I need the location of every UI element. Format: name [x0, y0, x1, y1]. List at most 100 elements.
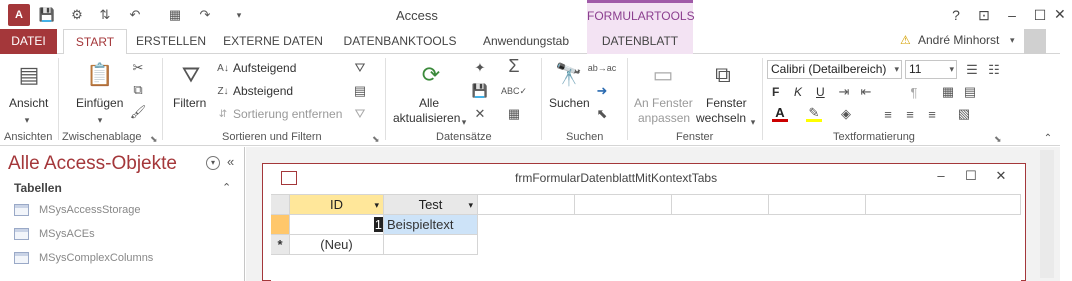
textformatierung-launcher-icon[interactable]: ⬊ [994, 134, 1002, 145]
tab-anwendungstab[interactable]: Anwendungstab [470, 29, 582, 54]
select-icon[interactable]: ⬉ [594, 106, 610, 122]
view-icon[interactable]: ▤ [14, 60, 44, 90]
font-color-icon[interactable]: A [772, 105, 788, 122]
undo-icon[interactable]: ↶ [126, 6, 144, 24]
refresh-all-icon[interactable]: ⟳ [416, 60, 446, 90]
font-size-combo[interactable]: 11 ▾ [905, 60, 957, 79]
chevron-down-icon[interactable]: ▾ [374, 195, 379, 215]
close-icon[interactable]: ✕ [1054, 6, 1066, 26]
new-row-selector[interactable]: * [271, 235, 290, 255]
redo-icon[interactable]: ↷ [196, 6, 214, 24]
nav-collapse-icon[interactable]: « [227, 154, 234, 169]
avatar[interactable] [1024, 29, 1046, 54]
align-left-icon[interactable]: ≡ [880, 106, 896, 122]
form-maximize-button[interactable]: ☐ [961, 168, 981, 184]
sortierung-entfernen-button[interactable]: Sortierung entfernen [233, 107, 342, 121]
list-item[interactable]: MSysAccessStorage [14, 201, 140, 219]
wechseln-button[interactable]: wechseln [696, 111, 746, 125]
einfuegen-dropdown-icon[interactable]: ▾ [92, 112, 108, 128]
spelling-icon[interactable]: ABC✓ [501, 83, 527, 99]
column-header-id[interactable]: ID ▾ [290, 195, 384, 215]
save-record-icon[interactable]: 💾 [472, 83, 488, 99]
delete-record-icon[interactable]: ✕ [472, 106, 488, 122]
wechseln-dropdown-icon[interactable]: ▾ [745, 114, 761, 130]
alt-fill-icon[interactable]: ▤ [962, 84, 978, 100]
align-right-icon[interactable]: ≡ [924, 106, 940, 122]
tab-datenblatt[interactable]: DATENBLATT [587, 29, 693, 54]
form-close-button[interactable]: ✕ [991, 168, 1011, 184]
grid-icon[interactable]: ▦ [166, 6, 184, 24]
new-record-icon[interactable]: ✦ [472, 60, 488, 76]
tab-datenbanktools[interactable]: DATENBANKTOOLS [336, 29, 464, 54]
chevron-down-icon[interactable]: ▾ [894, 61, 899, 78]
font-name-combo[interactable]: Calibri (Detailbereich) ▾ [767, 60, 902, 79]
numbered-list-icon[interactable]: ☰ [964, 62, 980, 78]
paste-icon[interactable]: 📋 [85, 60, 115, 90]
underline-button[interactable]: U [816, 85, 825, 99]
switch-window-icon[interactable]: ⧉ [708, 60, 738, 90]
ribbon-display-icon[interactable]: ⊡ [970, 4, 998, 26]
tab-externe-daten[interactable]: EXTERNE DATEN [218, 29, 328, 54]
nav-section-tabellen[interactable]: Tabellen [14, 181, 62, 195]
chevron-down-icon[interactable]: ▾ [949, 61, 954, 78]
new-row-test[interactable] [384, 235, 478, 255]
toggle-filter-icon[interactable]: ⛛ [352, 106, 368, 122]
fill-color-icon[interactable]: ◈ [838, 106, 854, 122]
user-name[interactable]: André Minhorst [918, 33, 999, 47]
format-icon[interactable]: ▧ [956, 106, 972, 122]
tab-datei[interactable]: DATEI [0, 29, 57, 54]
gridlines-icon[interactable]: ▦ [940, 84, 956, 100]
help-button[interactable]: ? [942, 4, 970, 26]
minimize-button[interactable]: – [998, 4, 1026, 26]
copy-icon[interactable]: ⧉ [130, 82, 146, 98]
find-icon[interactable]: 🔭 [554, 60, 584, 90]
form-settings-icon[interactable]: ⚙ [68, 6, 86, 24]
row-selector[interactable] [271, 215, 290, 235]
table-row[interactable]: 1 [290, 215, 384, 235]
advanced-filter-icon[interactable]: ▤ [352, 83, 368, 99]
nav-menu-icon[interactable]: ▾ [206, 156, 220, 170]
more-icon[interactable]: ▦ [506, 106, 522, 122]
save-icon[interactable]: 💾 [38, 6, 56, 24]
indent-icon[interactable]: ⇥ [836, 84, 852, 100]
filter-icon[interactable]: ⛛ [176, 60, 206, 90]
suchen-button[interactable]: Suchen [549, 96, 590, 110]
absteigend-button[interactable]: Absteigend [233, 84, 293, 98]
id-cell-value[interactable]: 1 [373, 217, 383, 232]
fenster-label[interactable]: Fenster [706, 96, 747, 110]
aktualisieren-button[interactable]: aktualisieren [393, 111, 460, 125]
totals-icon[interactable]: Σ [506, 56, 522, 76]
test-cell[interactable]: Beispieltext [384, 215, 478, 235]
ansicht-button[interactable]: Ansicht [9, 96, 48, 110]
align-center-icon[interactable]: ≡ [902, 106, 918, 122]
selection-filter-icon[interactable]: ⛛ [352, 60, 368, 76]
bold-button[interactable]: F [772, 85, 779, 99]
maximize-button[interactable]: ☐ [1026, 4, 1054, 26]
qat-customize-icon[interactable]: ▾ [230, 6, 248, 24]
nav-title[interactable]: Alle Access-Objekte [8, 153, 177, 175]
list-item[interactable]: MSysACEs [14, 225, 95, 243]
section-collapse-icon[interactable]: ⌃ [222, 181, 231, 194]
bullet-list-icon[interactable]: ☷ [986, 62, 1002, 78]
collapse-ribbon-icon[interactable]: ⌃ [1040, 130, 1056, 146]
form-minimize-button[interactable]: – [931, 168, 951, 183]
italic-button[interactable]: K [794, 85, 802, 99]
outdent-icon[interactable]: ⇤ [858, 84, 874, 100]
sort-icon[interactable]: ⇅ [96, 6, 114, 24]
format-painter-icon[interactable]: 🖌 [130, 104, 147, 120]
replace-icon[interactable]: ab→ac [588, 60, 617, 76]
sortieren-launcher-icon[interactable]: ⬊ [372, 134, 380, 145]
highlight-icon[interactable]: ✎ [806, 105, 822, 122]
column-header-test[interactable]: Test ▾ [384, 195, 478, 215]
aufsteigend-button[interactable]: Aufsteigend [233, 61, 296, 75]
filtern-button[interactable]: Filtern [173, 96, 206, 110]
workspace-scrollbar[interactable] [1040, 150, 1054, 278]
chevron-down-icon[interactable]: ▾ [468, 195, 473, 215]
user-dropdown-icon[interactable]: ▾ [1010, 35, 1015, 46]
tab-erstellen[interactable]: ERSTELLEN [131, 29, 211, 54]
zwischenablage-launcher-icon[interactable]: ⬊ [150, 134, 158, 145]
tab-start[interactable]: START [63, 29, 127, 55]
select-all[interactable] [271, 195, 290, 215]
alle-label[interactable]: Alle [419, 96, 439, 110]
goto-icon[interactable]: ➜ [594, 83, 610, 99]
